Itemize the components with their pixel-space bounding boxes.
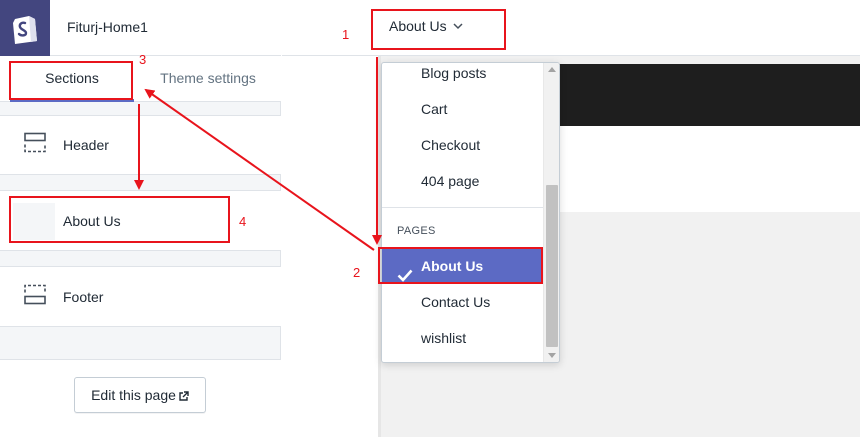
section-item-footer[interactable]: Footer: [0, 266, 281, 327]
annotation-label-3: 3: [139, 52, 147, 67]
preview-header-band: [555, 64, 860, 126]
dropdown-divider: [382, 207, 545, 208]
scrollbar-thumb[interactable]: [546, 185, 558, 347]
annotation-label-1: 1: [342, 27, 350, 42]
edit-page-label: Edit this page: [91, 387, 176, 403]
dropdown-group-heading: PAGES: [397, 225, 436, 237]
preview-content-band: [555, 126, 860, 212]
shopify-logo-icon[interactable]: [0, 0, 50, 56]
annotation-box-4: [9, 196, 230, 243]
section-label: Footer: [63, 288, 104, 305]
annotation-label-2: 2: [353, 265, 361, 280]
page-dropdown-menu: Blog posts Cart Checkout 404 page PAGES …: [381, 62, 560, 363]
dropdown-item-404-page[interactable]: 404 page: [382, 163, 545, 199]
footer-layout-icon: [24, 284, 46, 309]
dropdown-item-contact-us[interactable]: Contact Us: [382, 284, 545, 320]
preview-page-area: [282, 56, 378, 437]
annotation-label-4: 4: [239, 214, 247, 229]
annotation-box-1: [371, 9, 506, 50]
sidebar-topbar: Fiturj-Home1: [0, 0, 281, 56]
annotation-box-2: [378, 247, 543, 284]
scroll-down-arrow-icon[interactable]: [548, 353, 556, 358]
dropdown-item-checkout[interactable]: Checkout: [382, 127, 545, 163]
sidebar-footer: Edit this page: [0, 359, 281, 437]
external-link-icon: [179, 379, 189, 413]
preview-toolbar: [282, 0, 860, 56]
dropdown-scrollbar[interactable]: [543, 63, 559, 362]
dropdown-item-blog-posts[interactable]: Blog posts: [382, 63, 545, 91]
tab-theme-settings[interactable]: Theme settings: [148, 56, 268, 102]
scroll-up-arrow-icon[interactable]: [548, 67, 556, 72]
annotation-box-3: [9, 61, 133, 100]
header-layout-icon: [24, 132, 46, 158]
dropdown-item-cart[interactable]: Cart: [382, 91, 545, 127]
store-name: Fiturj-Home1: [67, 19, 148, 35]
dropdown-item-wishlist[interactable]: wishlist: [382, 320, 545, 356]
edit-page-button[interactable]: Edit this page: [74, 377, 206, 413]
section-label: Header: [63, 137, 109, 153]
section-item-header[interactable]: Header: [0, 115, 281, 175]
